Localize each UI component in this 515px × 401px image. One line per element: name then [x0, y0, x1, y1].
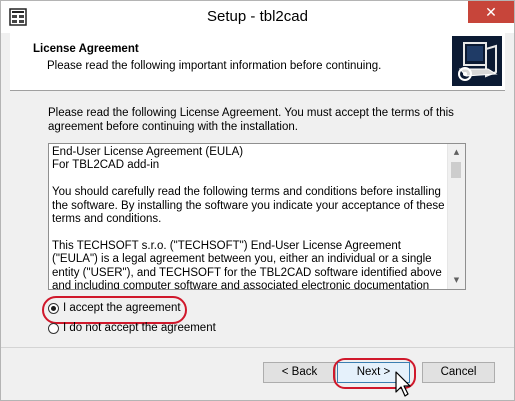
setup-window: Setup - tbl2cad ✕ License Agreement Plea… — [0, 0, 515, 401]
radio-checked-icon — [48, 303, 59, 314]
close-icon: ✕ — [485, 4, 497, 20]
decline-label: I do not accept the agreement — [63, 322, 216, 334]
back-button[interactable]: < Back — [263, 362, 336, 383]
radio-dot — [51, 306, 56, 311]
scroll-thumb[interactable] — [451, 162, 461, 178]
mouse-pointer-icon — [395, 371, 411, 397]
page-title: License Agreement — [33, 43, 139, 55]
accept-label: I accept the agreement — [63, 302, 181, 314]
license-paragraph: This TECHSOFT s.r.o. ("TECHSOFT") End-Us… — [52, 239, 442, 290]
setup-computer-logo-icon — [452, 36, 502, 86]
license-scrollbar[interactable]: ▲ ▼ — [447, 144, 465, 289]
footer-divider — [1, 347, 514, 348]
decline-radio[interactable]: I do not accept the agreement — [48, 321, 228, 337]
license-line: End-User License Agreement (EULA) — [52, 146, 244, 158]
title-bar[interactable]: Setup - tbl2cad ✕ — [1, 1, 514, 33]
wizard-header: License Agreement Please read the follow… — [10, 33, 505, 91]
cancel-button[interactable]: Cancel — [422, 362, 495, 383]
license-text-box[interactable]: End-User License Agreement (EULA) For TBL… — [48, 143, 466, 290]
accept-radio[interactable]: I accept the agreement — [48, 301, 188, 317]
page-subtitle: Please read the following important info… — [47, 60, 382, 72]
license-text: End-User License Agreement (EULA) For TBL… — [52, 146, 447, 290]
window-title: Setup - tbl2cad — [207, 8, 308, 25]
radio-unchecked-icon — [48, 323, 59, 334]
close-button[interactable]: ✕ — [468, 1, 514, 23]
license-intro-text: Please read the following License Agreem… — [48, 107, 454, 133]
scroll-up-arrow-icon[interactable]: ▲ — [448, 144, 465, 161]
license-paragraph: You should carefully read the following … — [52, 186, 445, 226]
license-line: For TBL2CAD add-in — [52, 159, 160, 172]
scroll-down-arrow-icon[interactable]: ▼ — [448, 272, 465, 289]
